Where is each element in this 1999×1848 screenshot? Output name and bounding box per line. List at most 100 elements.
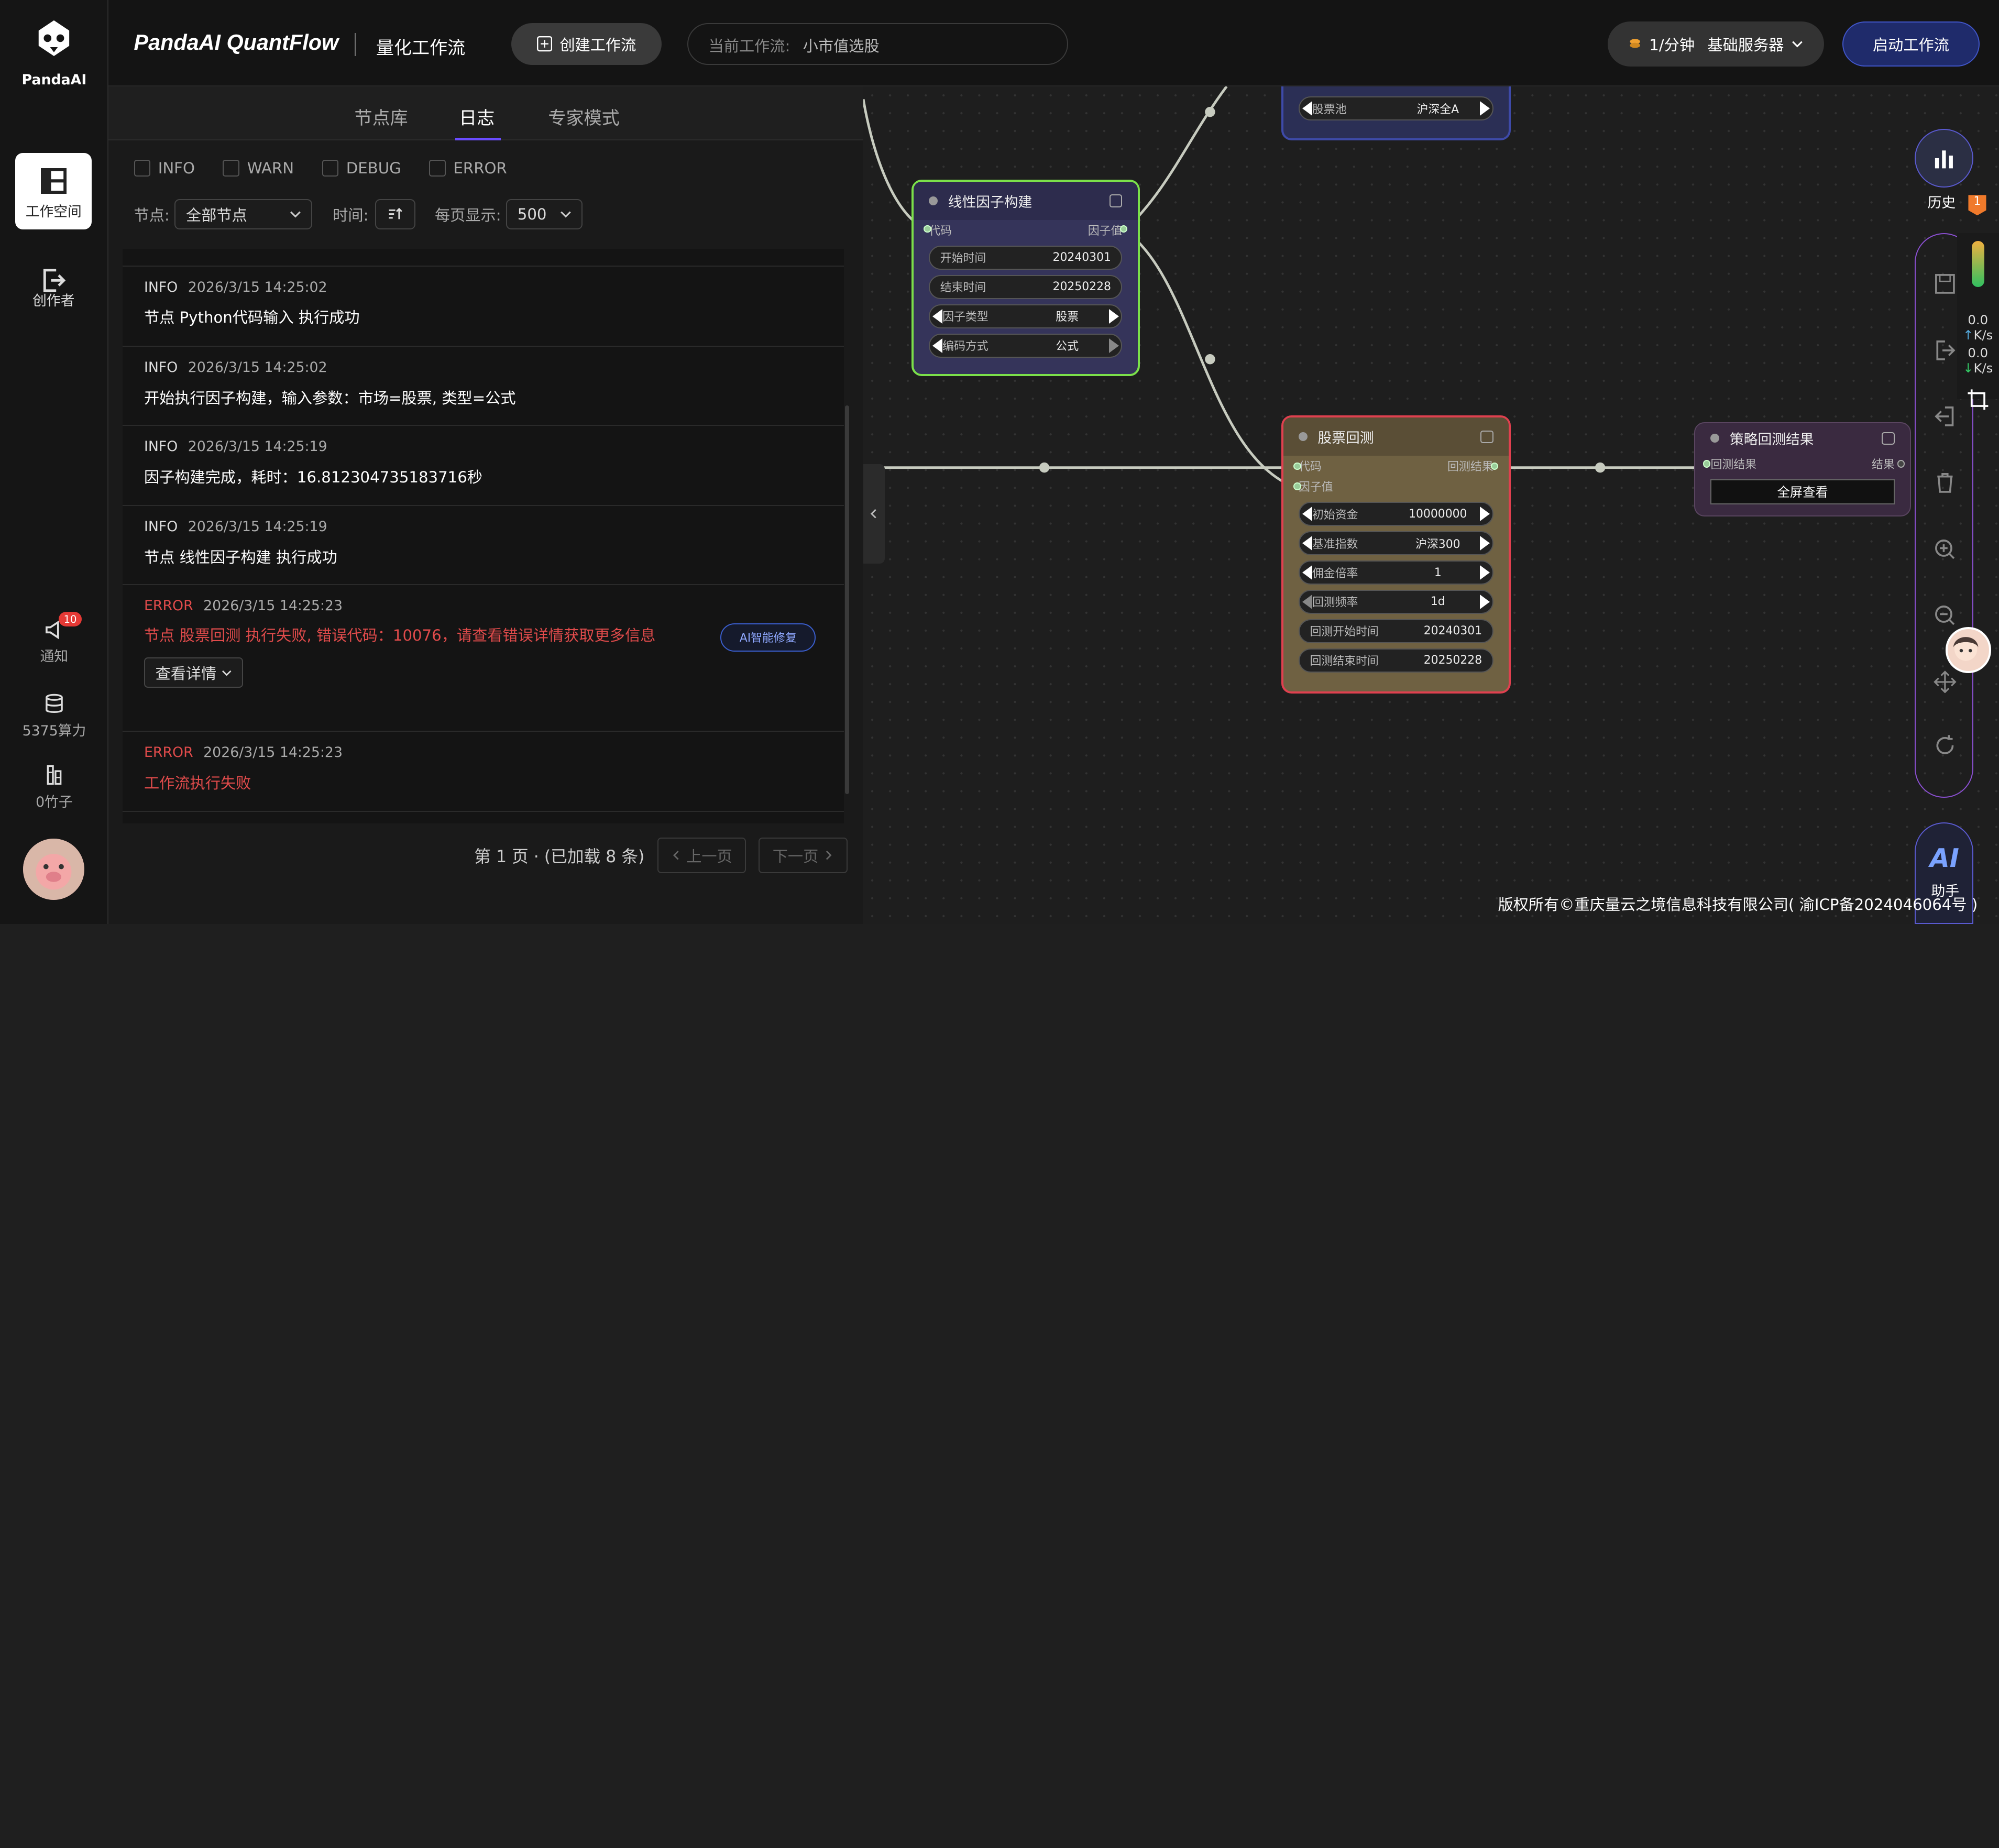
sidebar-item-compute[interactable]: 5375算力 [0, 694, 108, 740]
log-entry: INFO 2026/3/15 14:25:02 开始执行因子构建，输入参数：市场=… [122, 347, 844, 426]
error-message: 节点 股票回测 执行失败, 错误代码：10076，请查看错误详情获取更多信息 [144, 626, 656, 644]
arrow-right-icon[interactable] [1108, 338, 1119, 353]
collapse-panel-button[interactable] [863, 464, 885, 564]
input-port[interactable] [1293, 462, 1301, 470]
log-scrollbar[interactable] [845, 405, 849, 795]
delete-icon[interactable] [1934, 471, 1957, 494]
edit-icon[interactable] [1882, 432, 1895, 445]
zoom-in-icon[interactable] [1934, 538, 1957, 561]
sidebar-item-label: 通知 [40, 648, 69, 665]
stock-backtest-node[interactable]: 股票回测 代码 回测结果 因子值 初始资金 10000000 基准指数 沪深300 佣… [1281, 415, 1511, 694]
time-sort-button[interactable] [375, 199, 416, 230]
tab-logs[interactable]: 日志 [459, 103, 495, 129]
sidebar-item-label: 工作空间 [25, 204, 82, 221]
node-title: 策略回测结果 [1729, 432, 1814, 448]
edit-icon[interactable] [1110, 194, 1123, 207]
avatar[interactable] [23, 839, 84, 900]
arrow-left-icon[interactable] [932, 338, 943, 353]
start-workflow-button[interactable]: 启动工作流 [1842, 21, 1980, 67]
per-page-value: 500 [517, 205, 547, 223]
param-initial-capital[interactable]: 初始资金 10000000 [1298, 501, 1493, 526]
pagination: 第 1 页 · (已加载 8 条) 上一页 下一页 [474, 837, 848, 873]
speed-down-unit: ↓K/s [1963, 360, 1993, 376]
chevron-down-icon [1792, 41, 1803, 48]
filter-info-checkbox[interactable]: INFO [134, 159, 195, 177]
param-backtest-end[interactable]: 回测结束时间 20250228 [1298, 648, 1493, 673]
assistant-avatar[interactable] [1945, 627, 1992, 673]
server-select[interactable]: 1/分钟 基础服务器 [1607, 21, 1825, 67]
crop-icon[interactable] [1967, 388, 1990, 411]
log-options-row: 节点: 全部节点 时间: 每页显示: 500 [134, 199, 583, 230]
page-info: 第 1 页 · (已加载 8 条) [474, 847, 645, 866]
arrow-right-icon[interactable] [1108, 309, 1119, 324]
sidebar-item-workspace[interactable]: 工作空间 [15, 153, 92, 230]
import-icon[interactable] [1934, 339, 1957, 362]
refresh-icon[interactable] [1934, 734, 1957, 757]
sidebar: PandaAI 工作空间 创作者 10 通知 5375算力 0竹子 [0, 0, 108, 925]
move-icon[interactable] [1934, 670, 1957, 694]
param-benchmark[interactable]: 基准指数 沪深300 [1298, 531, 1493, 556]
arrow-right-icon[interactable] [1479, 594, 1490, 609]
chevron-down-icon [561, 211, 571, 218]
output-port[interactable] [1897, 460, 1905, 468]
arrow-right-icon[interactable] [1479, 565, 1490, 580]
stock-pool-node[interactable]: 股票池 沪深全A [1281, 86, 1511, 140]
filter-warn-checkbox[interactable]: WARN [223, 159, 294, 177]
sidebar-item-notify[interactable]: 10 通知 [0, 612, 108, 666]
next-page-button[interactable]: 下一页 [759, 837, 848, 873]
arrow-left-icon[interactable] [932, 309, 943, 324]
chevron-left-icon [673, 851, 679, 860]
arrow-left-icon[interactable] [1302, 507, 1312, 522]
prev-page-button[interactable]: 上一页 [657, 837, 746, 873]
create-workflow-button[interactable]: 创建工作流 [511, 23, 662, 65]
tab-expert-mode[interactable]: 专家模式 [548, 103, 619, 129]
param-commission[interactable]: 佣金倍率 1 [1298, 560, 1493, 585]
per-page-select[interactable]: 500 [506, 199, 583, 230]
workflow-canvas[interactable]: 股票池 沪深全A 线性因子构建 代码 因子值 开始时间 20240301 结束时间 20… [863, 86, 1999, 925]
arrow-right-icon[interactable] [1479, 536, 1490, 551]
sidebar-item-label: 0竹子 [36, 794, 73, 810]
zoom-out-icon[interactable] [1934, 604, 1957, 627]
arrow-left-icon[interactable] [1302, 536, 1312, 551]
log-entry-clipped [122, 249, 844, 267]
param-encoding[interactable]: 编码方式 公式 [929, 333, 1123, 358]
speed-gauge [1971, 240, 1984, 287]
input-port[interactable] [1703, 460, 1711, 468]
linear-factor-node[interactable]: 线性因子构建 代码 因子值 开始时间 20240301 结束时间 20250228 因… [911, 180, 1140, 376]
arrow-right-icon[interactable] [1479, 507, 1490, 522]
tab-node-library[interactable]: 节点库 [355, 103, 408, 129]
arrow-left-icon[interactable] [1302, 565, 1312, 580]
history-button[interactable] [1915, 128, 1974, 188]
brand-subtitle: 量化工作流 [376, 38, 466, 59]
fullscreen-view-button[interactable]: 全屏查看 [1710, 479, 1895, 505]
arrow-left-icon[interactable] [1302, 594, 1312, 609]
save-icon[interactable] [1934, 272, 1957, 295]
param-end-time[interactable]: 结束时间 20250228 [929, 274, 1123, 299]
sidebar-item-bamboo[interactable]: 0竹子 [0, 765, 108, 811]
filter-debug-checkbox[interactable]: DEBUG [322, 159, 401, 177]
param-backtest-start[interactable]: 回测开始时间 20240301 [1298, 619, 1493, 644]
log-entry: INFO 2026/3/15 14:25:02 节点 Python代码输入 执行成… [122, 267, 844, 347]
sidebar-item-creator[interactable]: 创作者 [15, 260, 92, 336]
backtest-result-node[interactable]: 策略回测结果 回测结果 结果 全屏查看 [1694, 422, 1911, 516]
edit-icon[interactable] [1480, 430, 1493, 443]
filter-error-checkbox[interactable]: ERROR [429, 159, 507, 177]
logo-text: PandaAI [21, 71, 87, 88]
server-name: 基础服务器 [1707, 36, 1784, 54]
arrow-right-icon[interactable] [1479, 101, 1490, 116]
ai-fix-button[interactable]: AI智能修复 [720, 623, 816, 652]
current-workflow-field[interactable]: 当前工作流: 小市值选股 [687, 23, 1069, 65]
stock-pool-param[interactable]: 股票池 沪深全A [1298, 96, 1493, 121]
node-filter-select[interactable]: 全部节点 [174, 199, 313, 230]
pig-avatar-icon [23, 839, 84, 900]
export-icon[interactable] [1934, 405, 1957, 428]
chevron-down-icon [290, 211, 301, 218]
param-frequency[interactable]: 回测频率 1d [1298, 589, 1493, 614]
brand-title: PandaAI QuantFlow [134, 30, 339, 55]
arrow-left-icon[interactable] [1302, 101, 1312, 116]
input-port[interactable] [1293, 482, 1301, 491]
param-start-time[interactable]: 开始时间 20240301 [929, 245, 1123, 270]
bamboo-icon [47, 765, 62, 785]
param-factor-type[interactable]: 因子类型 股票 [929, 304, 1123, 328]
view-details-button[interactable]: 查看详情 [144, 657, 243, 688]
